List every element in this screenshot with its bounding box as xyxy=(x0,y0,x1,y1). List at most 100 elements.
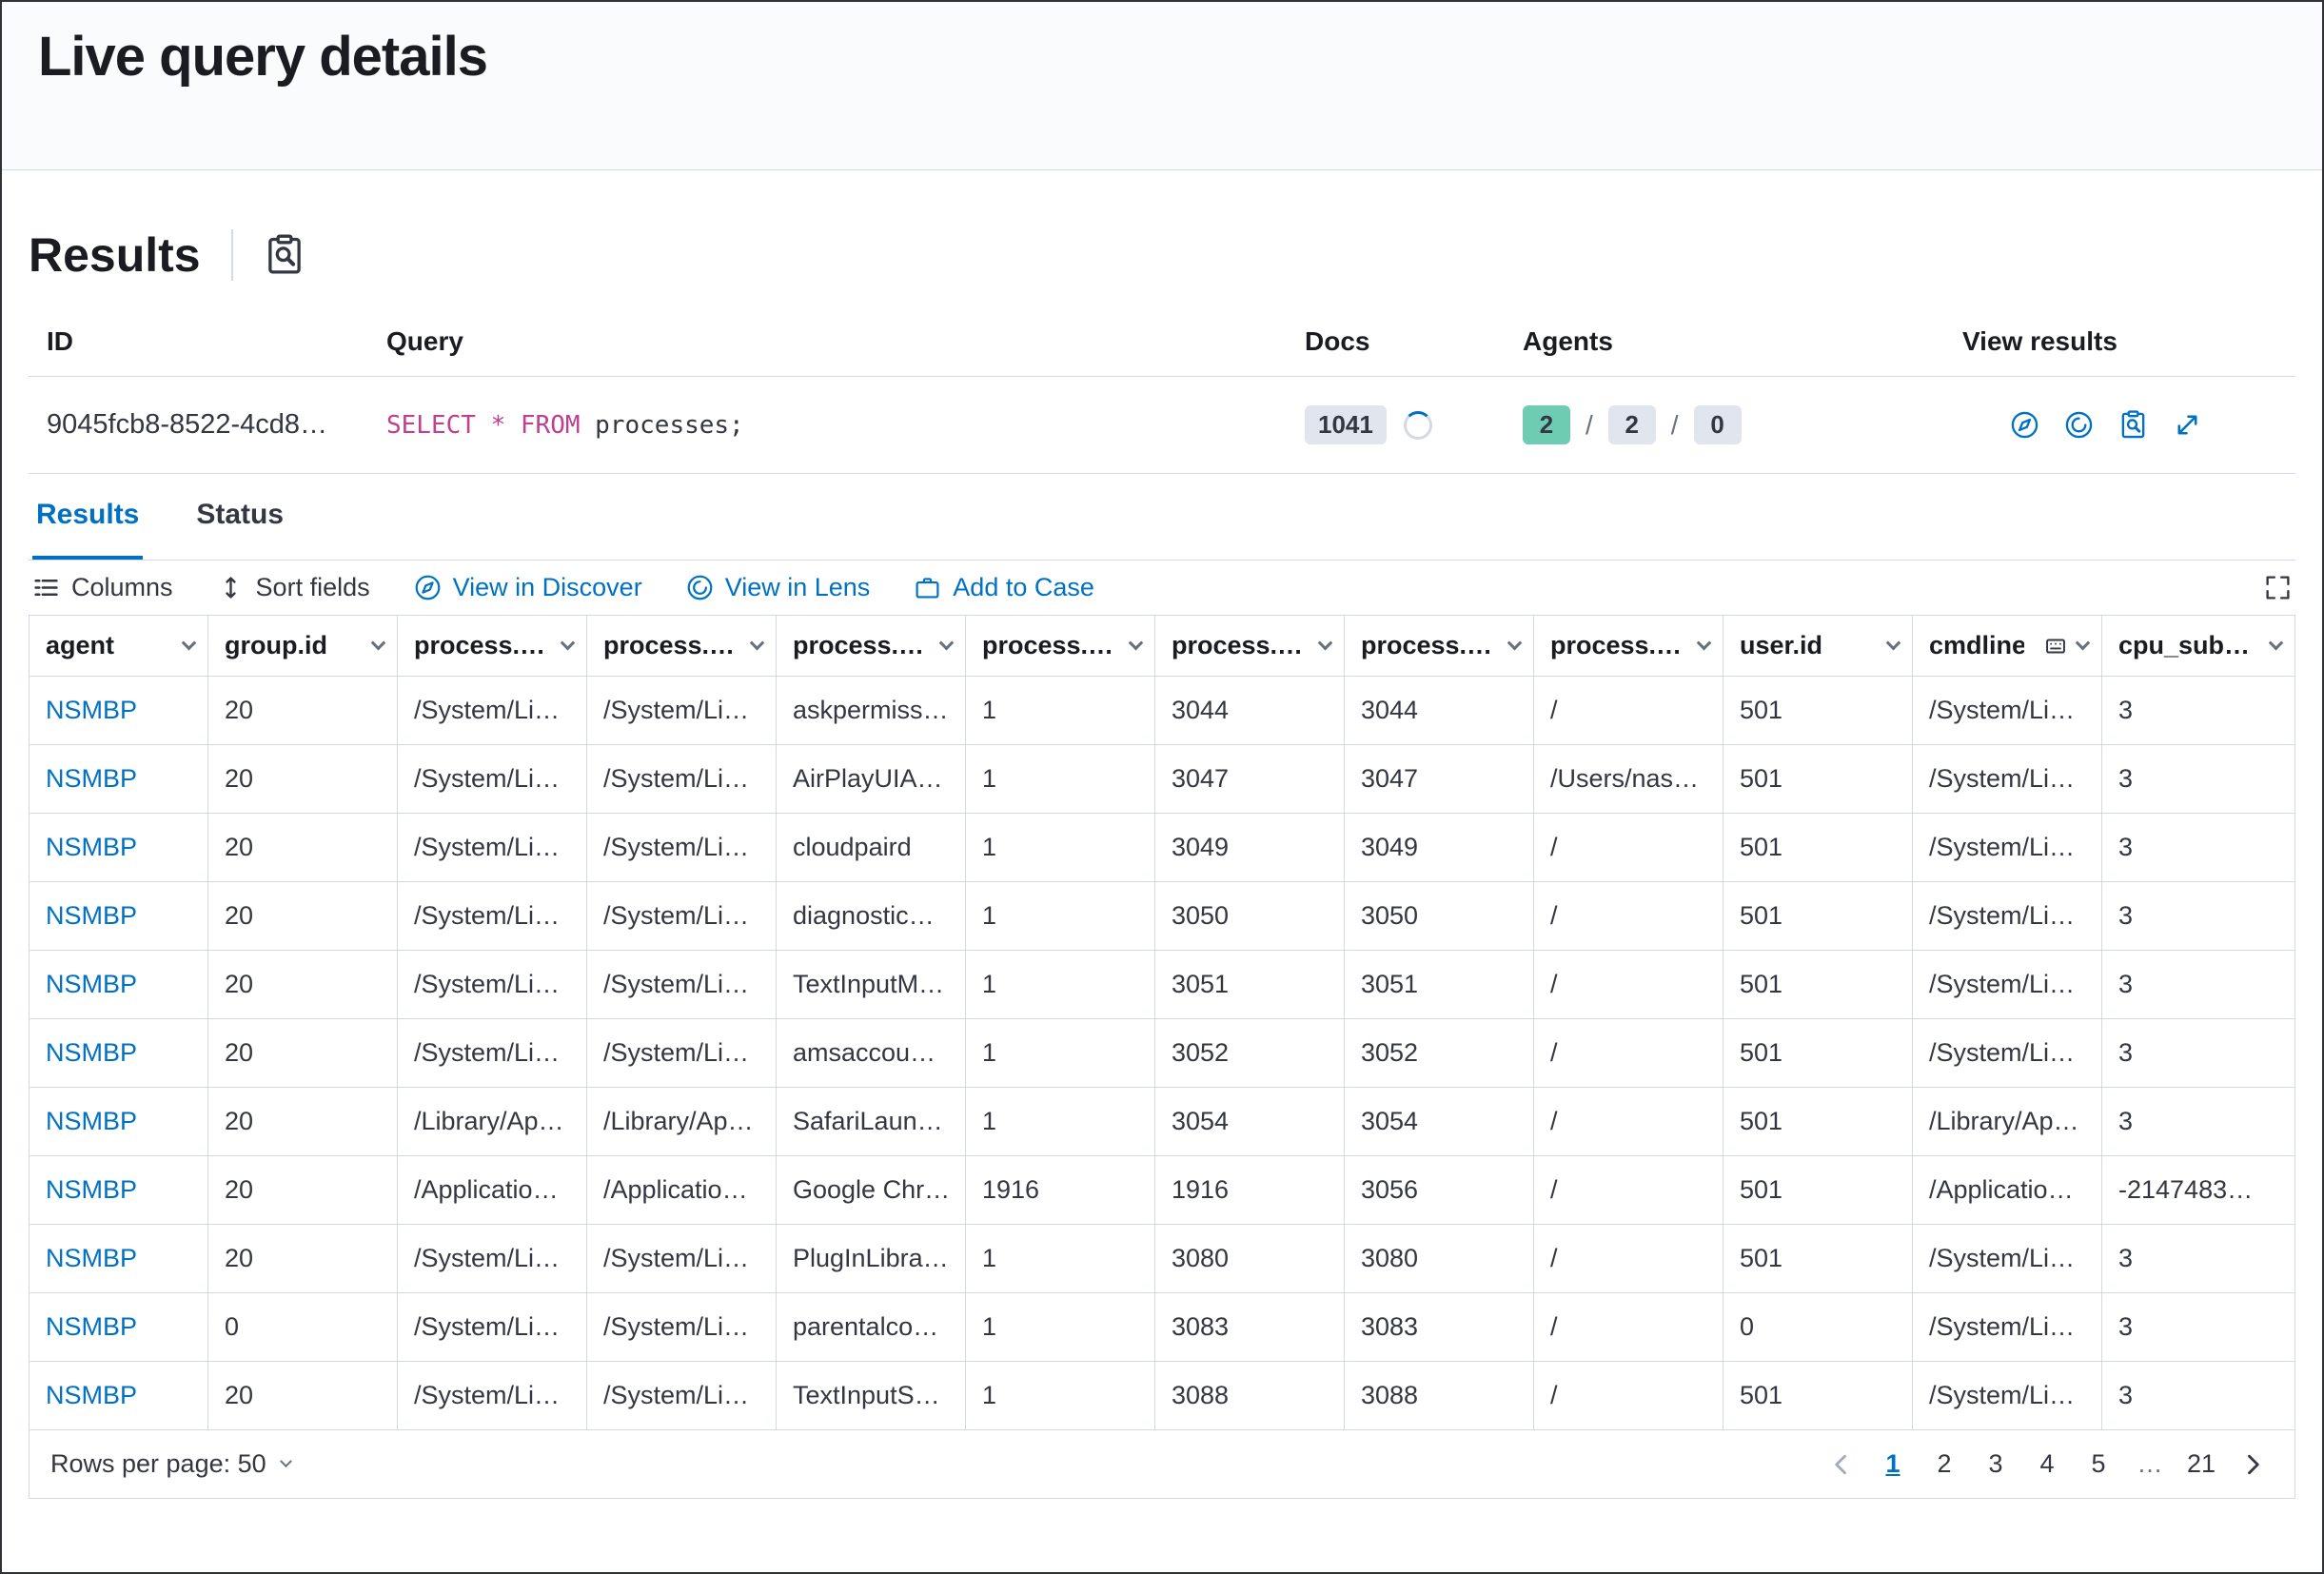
cell-cmdline: /System/Li… xyxy=(1913,1293,2102,1362)
view-in-lens-link[interactable]: View in Lens xyxy=(686,573,871,602)
view-in-discover-button[interactable] xyxy=(2010,410,2039,440)
cell-user-id: 501 xyxy=(1723,1362,1913,1430)
grid-header-label: process.… xyxy=(1550,631,1680,660)
grid-header-process-4[interactable]: process.… xyxy=(966,616,1155,677)
grid-toolbar: Columns Sort fields View in Discover xyxy=(29,561,2295,615)
cell-process-5: 3047 xyxy=(1155,745,1345,814)
cell-agent[interactable]: NSMBP xyxy=(30,1362,208,1430)
cell-group-id: 20 xyxy=(208,1156,398,1225)
pagination-pages: 12345…21 xyxy=(1872,1444,2222,1485)
cell-process-6: 3054 xyxy=(1345,1088,1534,1156)
grid-header-agent[interactable]: agent xyxy=(30,616,208,677)
cell-process-1: /System/Li… xyxy=(398,1293,587,1362)
cell-agent[interactable]: NSMBP xyxy=(30,1156,208,1225)
tab-status[interactable]: Status xyxy=(192,474,287,560)
chevron-down-icon xyxy=(939,636,955,651)
cell-cpu-subtype: 3 xyxy=(2102,1362,2295,1430)
cell-agent[interactable]: NSMBP xyxy=(30,882,208,951)
cell-process-7: / xyxy=(1534,951,1723,1019)
cell-cpu-subtype: -2147483… xyxy=(2102,1156,2295,1225)
cell-process-2: /System/Li… xyxy=(587,951,777,1019)
rows-per-page-button[interactable]: Rows per page: 50 xyxy=(50,1449,290,1479)
cell-cpu-subtype: 3 xyxy=(2102,951,2295,1019)
cell-process-2: /System/Li… xyxy=(587,1362,777,1430)
cell-process-2: /Library/Ap… xyxy=(587,1088,777,1156)
view-in-discover-label: View in Discover xyxy=(453,573,642,602)
chevron-down-icon xyxy=(1507,636,1523,651)
cell-user-id: 501 xyxy=(1723,1088,1913,1156)
chevron-down-icon xyxy=(182,636,197,651)
cell-group-id: 20 xyxy=(208,1088,398,1156)
agents-successful-badge: 2 xyxy=(1523,405,1570,444)
open-results-button[interactable] xyxy=(2173,410,2202,440)
cell-process-5: 3049 xyxy=(1155,814,1345,882)
view-in-discover-link[interactable]: View in Discover xyxy=(414,573,642,602)
columns-button[interactable]: Columns xyxy=(32,573,173,602)
summary-header-view-results: View results xyxy=(1944,326,2295,377)
results-table: agent group.id process.… process.… proce xyxy=(29,615,2295,1430)
cell-group-id: 20 xyxy=(208,677,398,745)
sql-star: * xyxy=(491,411,506,440)
cell-agent[interactable]: NSMBP xyxy=(30,1088,208,1156)
cell-process-6: 3056 xyxy=(1345,1156,1534,1225)
cell-process-1: /System/Li… xyxy=(398,1019,587,1088)
tab-results[interactable]: Results xyxy=(32,474,143,560)
pagination-page-2[interactable]: 2 xyxy=(1923,1444,1965,1485)
cell-user-id: 501 xyxy=(1723,745,1913,814)
cell-agent[interactable]: NSMBP xyxy=(30,1225,208,1293)
grid-header-process-6[interactable]: process.… xyxy=(1345,616,1534,677)
cell-agent[interactable]: NSMBP xyxy=(30,1293,208,1362)
pagination-page-5[interactable]: 5 xyxy=(2078,1444,2119,1485)
view-in-lens-button[interactable] xyxy=(2064,410,2094,440)
grid-header-cpu-subtype[interactable]: cpu_sub… xyxy=(2102,616,2295,677)
cell-process-6: 3080 xyxy=(1345,1225,1534,1293)
grid-header-process-2[interactable]: process.… xyxy=(587,616,777,677)
cell-cmdline: /System/Li… xyxy=(1913,814,2102,882)
pagination-page-21[interactable]: 21 xyxy=(2180,1444,2222,1485)
pagination-page-3[interactable]: 3 xyxy=(1975,1444,2017,1485)
table-row: NSMBP20/System/Li…/System/Li…PlugInLibra… xyxy=(30,1225,2295,1293)
inspect-button[interactable] xyxy=(264,234,305,276)
sort-fields-button[interactable]: Sort fields xyxy=(217,573,370,602)
grid-header-process-3[interactable]: process.… xyxy=(777,616,966,677)
chevron-down-icon xyxy=(2269,636,2284,651)
cell-agent[interactable]: NSMBP xyxy=(30,814,208,882)
cell-process-5: 3052 xyxy=(1155,1019,1345,1088)
grid-header-process-5[interactable]: process.… xyxy=(1155,616,1345,677)
cell-agent[interactable]: NSMBP xyxy=(30,951,208,1019)
cell-process-7: / xyxy=(1534,1225,1723,1293)
cell-agent[interactable]: NSMBP xyxy=(30,745,208,814)
cell-cpu-subtype: 3 xyxy=(2102,1293,2295,1362)
cell-process-4: 1 xyxy=(966,1088,1155,1156)
chevron-down-icon xyxy=(1697,636,1712,651)
inspect-results-button[interactable] xyxy=(2118,410,2148,440)
column-actions-icon[interactable] xyxy=(2043,634,2068,659)
chevron-down-icon xyxy=(750,636,765,651)
cell-process-5: 3088 xyxy=(1155,1362,1345,1430)
cell-agent[interactable]: NSMBP xyxy=(30,677,208,745)
pagination-page-1[interactable]: 1 xyxy=(1872,1444,1914,1485)
cell-cpu-subtype: 3 xyxy=(2102,1088,2295,1156)
inspect-icon xyxy=(264,234,305,276)
pagination-prev-button[interactable] xyxy=(1821,1444,1862,1485)
grid-header-cmdline[interactable]: cmdline xyxy=(1913,616,2102,677)
add-to-case-link[interactable]: Add to Case xyxy=(914,573,1094,602)
grid-header-process-7[interactable]: process.… xyxy=(1534,616,1723,677)
grid-header-group-id[interactable]: group.id xyxy=(208,616,398,677)
cell-cmdline: /Applicatio… xyxy=(1913,1156,2102,1225)
results-heading: Results xyxy=(29,227,201,283)
tab-label: Results xyxy=(36,499,139,530)
cell-process-3: PlugInLibra… xyxy=(777,1225,966,1293)
grid-header-label: agent xyxy=(46,631,114,660)
summary-header-docs: Docs xyxy=(1287,326,1505,377)
grid-header-process-1[interactable]: process.… xyxy=(398,616,587,677)
cell-process-1: /System/Li… xyxy=(398,745,587,814)
pagination-page-4[interactable]: 4 xyxy=(2026,1444,2068,1485)
cell-group-id: 20 xyxy=(208,951,398,1019)
cell-process-3: TextInputM… xyxy=(777,951,966,1019)
grid-header-user-id[interactable]: user.id xyxy=(1723,616,1913,677)
fullscreen-button[interactable] xyxy=(2264,574,2292,601)
cell-process-3: parentalco… xyxy=(777,1293,966,1362)
pagination-next-button[interactable] xyxy=(2232,1444,2274,1485)
cell-agent[interactable]: NSMBP xyxy=(30,1019,208,1088)
